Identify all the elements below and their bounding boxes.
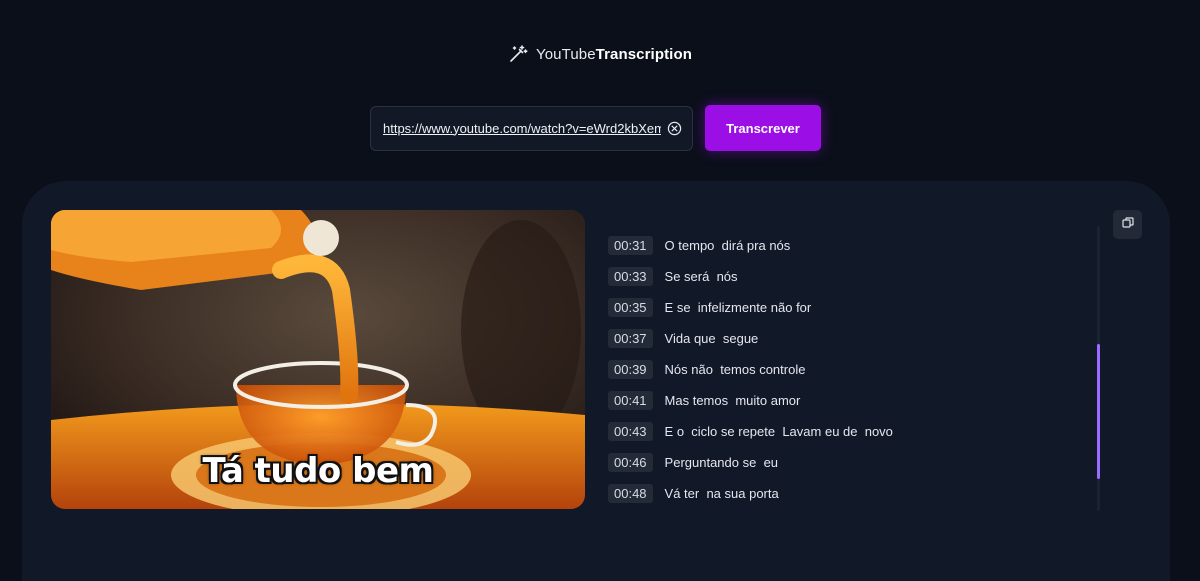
transcript-text: Vida que segue <box>664 331 759 346</box>
timestamp[interactable]: 00:39 <box>608 360 653 379</box>
transcript-row[interactable]: 00:46 Perguntando se eu <box>608 447 1088 478</box>
copy-button[interactable] <box>1113 210 1142 239</box>
video-caption: Tá tudo bem <box>202 451 434 491</box>
timestamp[interactable]: 00:41 <box>608 391 653 410</box>
copy-icon <box>1121 216 1134 234</box>
url-value[interactable]: https://www.youtube.com/watch?v=eWrd2kbX… <box>383 121 661 136</box>
transcript-text: E o ciclo se repete Lavam eu de novo <box>664 424 893 439</box>
transcript-scrollbar[interactable] <box>1097 226 1100 511</box>
timestamp[interactable]: 00:48 <box>608 484 653 503</box>
transcript-text: Nós não temos controle <box>664 362 806 377</box>
transcript-row[interactable]: 00:39 Nós não temos controle <box>608 354 1088 385</box>
timestamp[interactable]: 00:37 <box>608 329 653 348</box>
transcript-text: E se infelizmente não for <box>664 300 812 315</box>
scroll-thumb[interactable] <box>1097 344 1100 479</box>
transcript-row[interactable]: 00:41 Mas temos muito amor <box>608 385 1088 416</box>
transcript-row[interactable]: 00:43 E o ciclo se repete Lavam eu de nov… <box>608 416 1088 447</box>
brand-title: YouTubeTranscription <box>536 46 692 63</box>
timestamp[interactable]: 00:46 <box>608 453 653 472</box>
magic-wand-icon <box>508 44 528 64</box>
transcript-row[interactable]: 00:37 Vida que segue <box>608 323 1088 354</box>
search-bar: https://www.youtube.com/watch?v=eWrd2kbX… <box>370 105 821 151</box>
video-player[interactable]: Tá tudo bem <box>51 210 585 509</box>
transcript-text: Perguntando se eu <box>664 455 779 470</box>
transcript-list: 00:31 O tempo dirá pra nós 00:33 Se será n… <box>608 230 1088 509</box>
transcript-row[interactable]: 00:31 O tempo dirá pra nós <box>608 230 1088 261</box>
transcript-text: Se será nós <box>664 269 738 284</box>
brand-light: YouTube <box>536 45 596 63</box>
transcript-text: Vá ter na sua porta <box>664 486 779 501</box>
timestamp[interactable]: 00:43 <box>608 422 653 441</box>
app-header: YouTubeTranscription <box>0 42 1200 66</box>
transcript-row[interactable]: 00:35 E se infelizmente não for <box>608 292 1088 323</box>
transcribe-button[interactable]: Transcrever <box>705 105 821 151</box>
result-panel: Tá tudo bem 00:31 O tempo dirá pra nós 00… <box>22 181 1170 581</box>
url-input[interactable]: https://www.youtube.com/watch?v=eWrd2kbX… <box>370 105 693 151</box>
transcript-row[interactable]: 00:33 Se será nós <box>608 261 1088 292</box>
brand-bold: Transcription <box>595 45 692 63</box>
timestamp[interactable]: 00:35 <box>608 298 653 317</box>
timestamp[interactable]: 00:33 <box>608 267 653 286</box>
clear-icon[interactable] <box>667 121 682 136</box>
transcript-text: O tempo dirá pra nós <box>664 238 791 253</box>
transcript-row[interactable]: 00:48 Vá ter na sua porta <box>608 478 1088 509</box>
timestamp[interactable]: 00:31 <box>608 236 653 255</box>
transcript-text: Mas temos muito amor <box>664 393 801 408</box>
